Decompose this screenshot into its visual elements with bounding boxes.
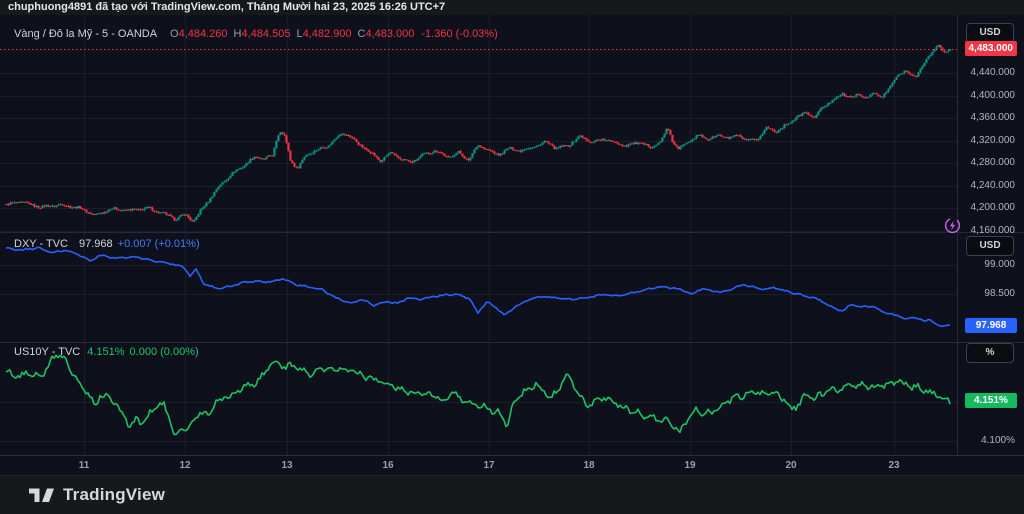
- us10y-unit-button[interactable]: %: [966, 343, 1014, 363]
- time-axis[interactable]: 11 12 13 16 17 18 19 20 23: [0, 455, 1024, 476]
- boost-icon[interactable]: [944, 217, 961, 234]
- dxy-last-value: 97.968: [79, 238, 113, 250]
- pane-separator[interactable]: [0, 232, 1024, 233]
- gold-legend: Vàng / Đô la Mỹ - 5 - OANDAO4,484.260H4,…: [14, 28, 498, 40]
- ohlc-close-value: 4,483.000: [365, 28, 414, 40]
- dxy-legend: DXY - TVC 97.968 +0.007 (+0.01%): [14, 238, 200, 250]
- price-axis-label: 4,240.000: [971, 180, 1016, 192]
- gold-change: -1.360 (-0.03%): [421, 28, 497, 40]
- time-axis-label: 17: [477, 460, 501, 471]
- us10y-last-value: 4.151%: [87, 346, 124, 358]
- price-axis-label: 4.100%: [981, 435, 1015, 447]
- time-axis-label: 11: [72, 460, 96, 471]
- ohlc-low-value: 4,482.900: [303, 28, 352, 40]
- price-axis-label: 4,400.000: [971, 90, 1016, 102]
- price-axis-label: 4,320.000: [971, 135, 1016, 147]
- time-axis-label: 19: [678, 460, 702, 471]
- tradingview-logo[interactable]: TradingView: [28, 485, 165, 505]
- price-chart-canvas[interactable]: [0, 15, 958, 455]
- gold-symbol-title[interactable]: Vàng / Đô la Mỹ - 5 - OANDA: [14, 28, 157, 40]
- price-axis-label: 4,440.000: [971, 67, 1016, 79]
- us10y-symbol-title[interactable]: US10Y - TVC: [14, 346, 80, 358]
- ohlc-open-value: 4,484.260: [179, 28, 228, 40]
- ohlc-open-label: O: [170, 28, 179, 40]
- gold-last-price-badge: 4,483.000: [965, 41, 1018, 56]
- pane-separator[interactable]: [0, 342, 1024, 343]
- price-axis-label: 4,360.000: [971, 112, 1016, 124]
- us10y-change: 0.000 (0.00%): [130, 346, 199, 358]
- attribution-text: chuphuong4891 đã tạo với TradingView.com…: [8, 1, 445, 13]
- tradingview-screenshot: chuphuong4891 đã tạo với TradingView.com…: [0, 0, 1024, 514]
- price-axis-label: 4,200.000: [971, 202, 1016, 214]
- top-attribution-bar: chuphuong4891 đã tạo với TradingView.com…: [0, 0, 1024, 15]
- dxy-symbol-title[interactable]: DXY - TVC: [14, 238, 68, 250]
- us10y-legend: US10Y - TVC 4.151% 0.000 (0.00%): [14, 346, 199, 358]
- time-axis-label: 13: [275, 460, 299, 471]
- ohlc-high-value: 4,484.505: [242, 28, 291, 40]
- chart-area: Vàng / Đô la Mỹ - 5 - OANDAO4,484.260H4,…: [0, 15, 1024, 455]
- time-axis-label: 23: [882, 460, 906, 471]
- time-axis-label: 16: [376, 460, 400, 471]
- dxy-currency-button[interactable]: USD: [966, 236, 1014, 256]
- price-axis-label: 4,280.000: [971, 157, 1016, 169]
- tradingview-mark-icon: [28, 485, 55, 505]
- time-axis-label: 12: [173, 460, 197, 471]
- price-axis[interactable]: USD USD % 4,483.000 97.968 4.151% 4,440.…: [958, 15, 1024, 455]
- price-axis-label: 98.500: [984, 288, 1015, 300]
- dxy-last-price-badge: 97.968: [965, 318, 1017, 333]
- price-axis-label: 99.000: [984, 259, 1015, 271]
- gold-currency-button[interactable]: USD: [966, 23, 1014, 43]
- time-axis-label: 18: [577, 460, 601, 471]
- time-axis-label: 20: [779, 460, 803, 471]
- ohlc-high-label: H: [234, 28, 242, 40]
- brand-name: TradingView: [63, 485, 165, 505]
- bottom-bar: TradingView: [0, 475, 1024, 514]
- dxy-change: +0.007 (+0.01%): [118, 238, 200, 250]
- price-axis-label: 4,160.000: [971, 225, 1016, 237]
- us10y-last-price-badge: 4.151%: [965, 393, 1017, 408]
